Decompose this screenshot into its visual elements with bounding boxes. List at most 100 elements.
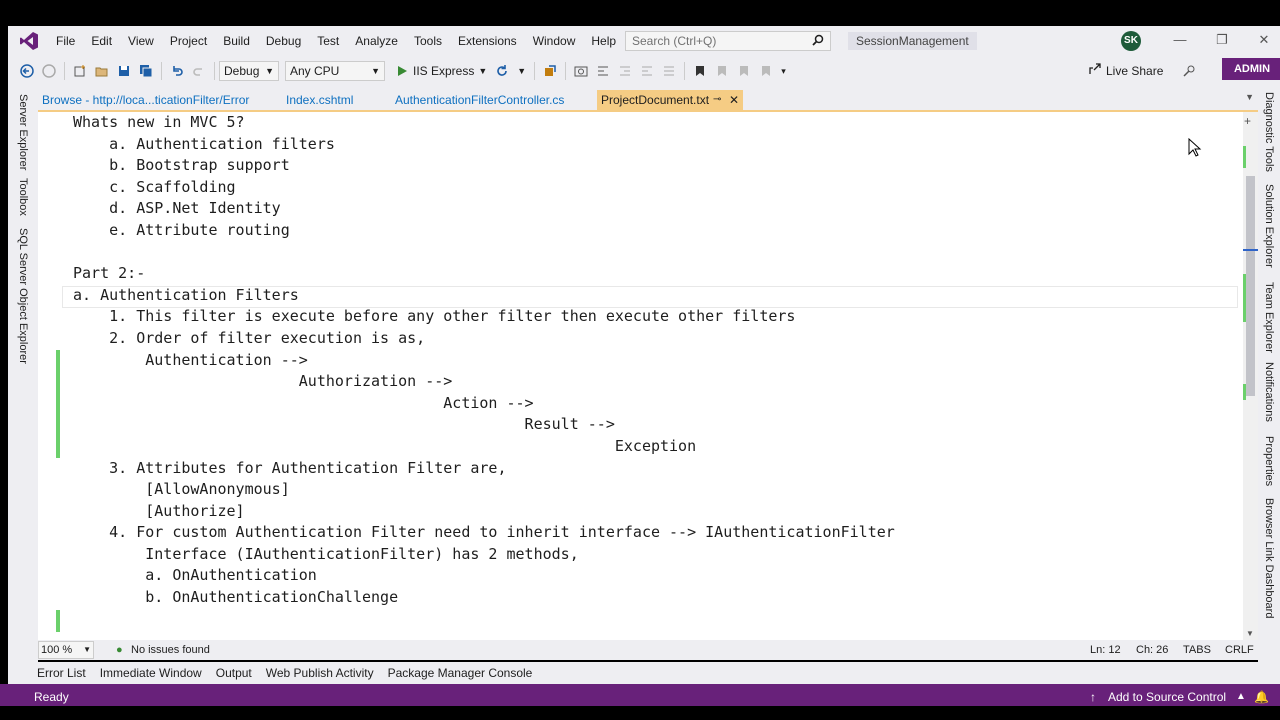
tab-web-publish-activity[interactable]: Web Publish Activity [261, 662, 379, 684]
code-line[interactable]: a. Authentication Filters [73, 285, 895, 307]
code-line[interactable]: Action --> [73, 393, 895, 415]
menu-project[interactable]: Project [162, 26, 215, 56]
code-line[interactable]: Interface (IAuthenticationFilter) has 2 … [73, 544, 895, 566]
menu-debug[interactable]: Debug [258, 26, 309, 56]
code-line[interactable]: e. Attribute routing [73, 220, 895, 242]
minimize-icon[interactable]: — [1172, 32, 1188, 48]
code-line[interactable]: 2. Order of filter execution is as, [73, 328, 895, 350]
indentation-mode[interactable]: TABS [1183, 640, 1211, 660]
prev-bookmark-icon[interactable] [713, 62, 731, 80]
issues-status[interactable]: No issues found [131, 640, 210, 660]
tab-package-manager-console[interactable]: Package Manager Console [383, 662, 538, 684]
code-line[interactable]: [Authorize] [73, 501, 895, 523]
avatar[interactable]: SK [1121, 31, 1141, 51]
zoom-dropdown[interactable]: 100 % ▼ [38, 641, 94, 659]
refresh-icon[interactable] [493, 62, 511, 80]
toolbar-overflow-icon[interactable]: ▾ [781, 66, 786, 77]
redo-icon[interactable] [190, 62, 208, 80]
code-text[interactable]: Whats new in MVC 5? a. Authentication fi… [73, 112, 895, 609]
tab-error-list[interactable]: Error List [32, 662, 91, 684]
indent-icon[interactable] [616, 62, 634, 80]
text-editor[interactable]: Whats new in MVC 5? a. Authentication fi… [38, 112, 1258, 640]
comment-icon[interactable] [660, 62, 678, 80]
restore-icon[interactable]: ❐ [1214, 32, 1230, 48]
code-line[interactable]: d. ASP.Net Identity [73, 198, 895, 220]
step-into-icon[interactable] [594, 62, 612, 80]
sql-server-object-explorer-tab[interactable]: SQL Server Object Explorer [17, 228, 29, 364]
code-line[interactable]: 4. For custom Authentication Filter need… [73, 522, 895, 544]
tab-authentication-filter-controller[interactable]: AuthenticationFilterController.cs [391, 90, 568, 110]
pin-icon[interactable]: ⊸ [713, 90, 721, 110]
server-explorer-tab[interactable]: Server Explorer [17, 94, 29, 170]
diagnostic-tools-tab[interactable]: Diagnostic Tools [1263, 92, 1275, 172]
menu-help[interactable]: Help [583, 26, 624, 56]
chevron-down-icon[interactable]: ▼ [517, 66, 526, 76]
menu-tools[interactable]: Tools [406, 26, 450, 56]
run-target-button[interactable]: IIS Express [413, 64, 474, 78]
undo-icon[interactable] [168, 62, 186, 80]
tab-output[interactable]: Output [211, 662, 257, 684]
menu-view[interactable]: View [120, 26, 162, 56]
line-ending[interactable]: CRLF [1225, 640, 1254, 660]
menu-window[interactable]: Window [525, 26, 584, 56]
bookmark-icon[interactable] [691, 62, 709, 80]
forward-icon[interactable] [40, 62, 58, 80]
configuration-dropdown[interactable]: Debug ▼ [219, 61, 279, 81]
code-line[interactable]: 1. This filter is execute before any oth… [73, 306, 895, 328]
code-line[interactable]: Whats new in MVC 5? [73, 112, 895, 134]
menu-analyze[interactable]: Analyze [347, 26, 406, 56]
tab-immediate-window[interactable]: Immediate Window [95, 662, 207, 684]
screenshot-icon[interactable] [572, 62, 590, 80]
close-tab-icon[interactable]: ✕ [729, 90, 739, 110]
team-explorer-tab[interactable]: Team Explorer [1263, 282, 1275, 353]
tab-browse-error[interactable]: Browse - http://loca...ticationFilter/Er… [38, 90, 253, 110]
next-bookmark-icon[interactable] [735, 62, 753, 80]
code-line[interactable]: b. Bootstrap support [73, 155, 895, 177]
close-icon[interactable]: ✕ [1256, 32, 1272, 48]
save-all-icon[interactable] [137, 62, 155, 80]
tab-index-cshtml[interactable]: Index.cshtml [282, 90, 357, 110]
play-icon[interactable] [393, 62, 411, 80]
chevron-down-icon[interactable]: ▼ [478, 66, 487, 76]
browser-link-dashboard-tab[interactable]: Browser Link Dashboard [1263, 498, 1275, 618]
menu-build[interactable]: Build [215, 26, 258, 56]
code-line[interactable]: a. Authentication filters [73, 134, 895, 156]
toolbox-tab[interactable]: Toolbox [17, 178, 29, 216]
code-line[interactable]: Result --> [73, 414, 895, 436]
live-share-button[interactable]: Live Share [1088, 62, 1163, 79]
feedback-icon[interactable] [1180, 62, 1198, 80]
search-input[interactable]: Search (Ctrl+Q) [625, 31, 831, 51]
menu-extensions[interactable]: Extensions [450, 26, 525, 56]
tab-overflow-chevron-icon[interactable]: ▼ [1245, 92, 1254, 102]
code-line[interactable]: Exception [73, 436, 895, 458]
solution-explorer-tab[interactable]: Solution Explorer [1263, 184, 1275, 268]
code-line[interactable]: Authentication --> [73, 350, 895, 372]
scrollbar-thumb[interactable] [1246, 176, 1255, 396]
code-line[interactable]: Authorization --> [73, 371, 895, 393]
menu-file[interactable]: File [48, 26, 83, 56]
outdent-icon[interactable] [638, 62, 656, 80]
new-project-icon[interactable] [71, 62, 89, 80]
code-line[interactable]: Part 2:- [73, 263, 895, 285]
standard-toolbar: Debug ▼ Any CPU ▼ IIS Express ▼ ▼ ▾ Live S… [8, 56, 1280, 86]
clear-bookmarks-icon[interactable] [757, 62, 775, 80]
save-icon[interactable] [115, 62, 133, 80]
menu-test[interactable]: Test [309, 26, 347, 56]
vertical-scrollbar[interactable]: + ▼ [1243, 112, 1258, 640]
code-line[interactable] [73, 242, 895, 264]
platform-dropdown[interactable]: Any CPU ▼ [285, 61, 385, 81]
tab-project-document[interactable]: ProjectDocument.txt ⊸ ✕ [597, 90, 743, 110]
browser-link-icon[interactable] [541, 62, 559, 80]
menu-edit[interactable]: Edit [83, 26, 120, 56]
code-line[interactable]: 3. Attributes for Authentication Filter … [73, 458, 895, 480]
split-editor-icon[interactable]: + [1244, 114, 1251, 128]
properties-tab[interactable]: Properties [1263, 436, 1275, 486]
code-line[interactable]: b. OnAuthenticationChallenge [73, 587, 895, 609]
open-file-icon[interactable] [93, 62, 111, 80]
notifications-tab[interactable]: Notifications [1263, 362, 1275, 422]
code-line[interactable]: c. Scaffolding [73, 177, 895, 199]
code-line[interactable]: a. OnAuthentication [73, 565, 895, 587]
code-line[interactable]: [AllowAnonymous] [73, 479, 895, 501]
scroll-down-icon[interactable]: ▼ [1246, 629, 1254, 638]
back-icon[interactable] [18, 62, 36, 80]
